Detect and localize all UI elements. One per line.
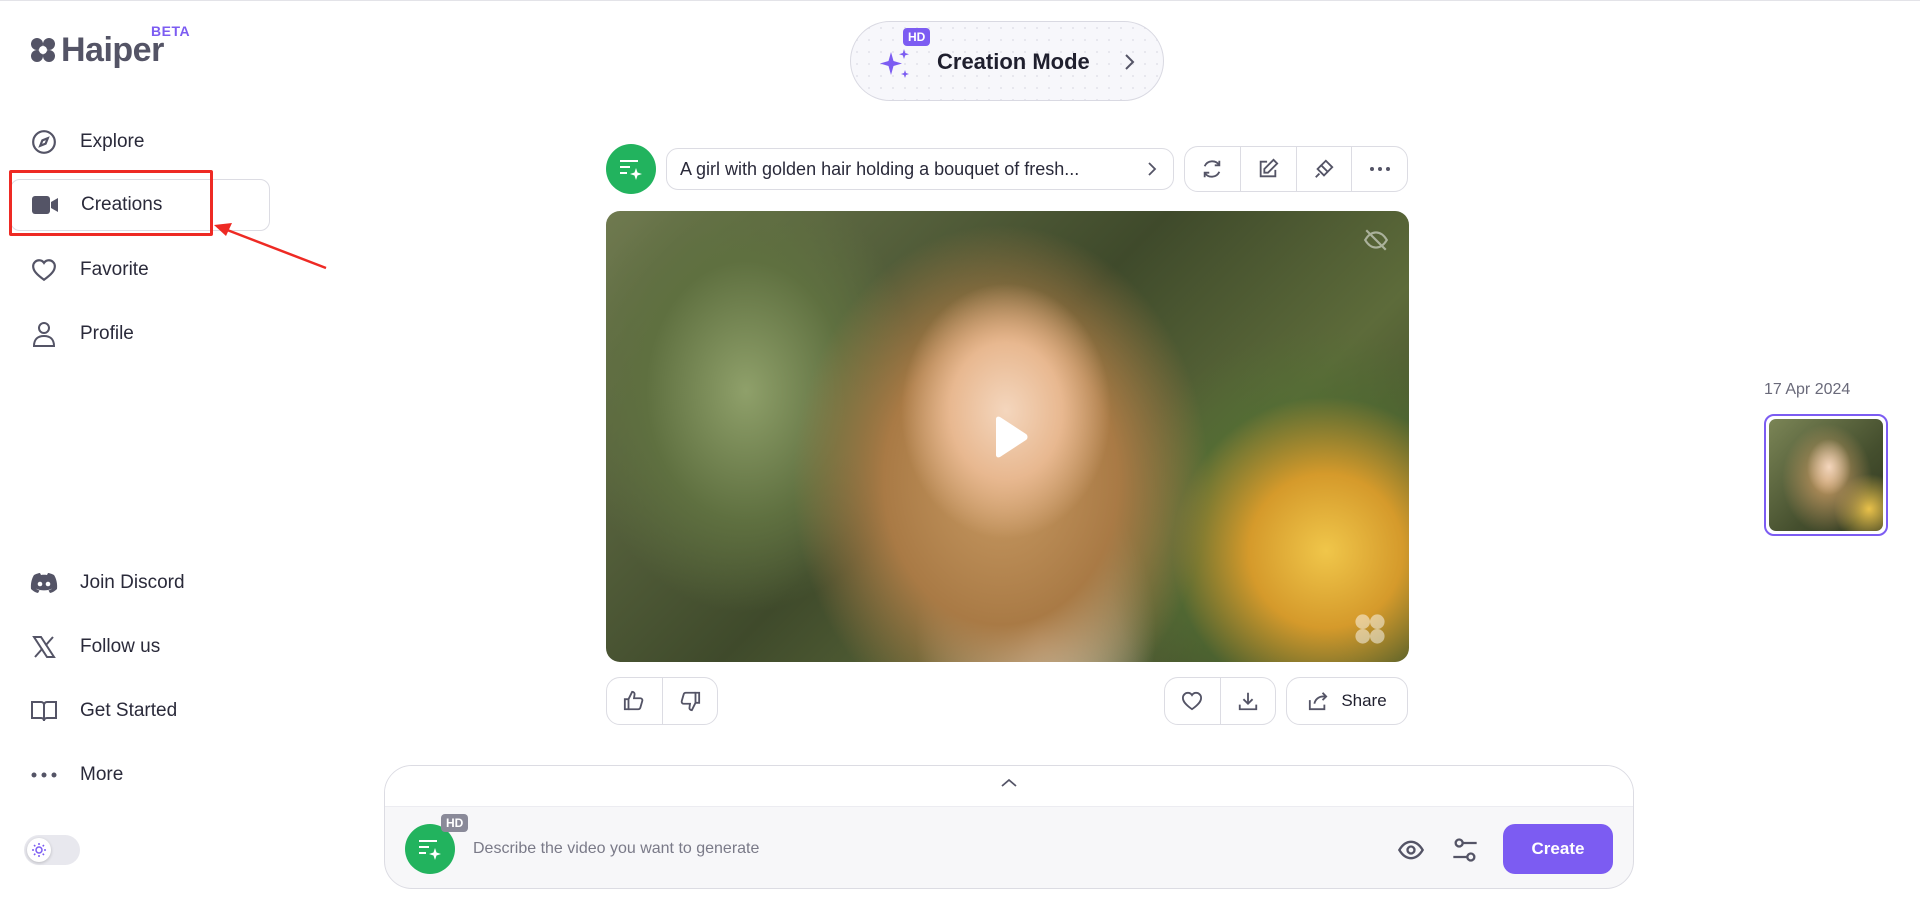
sidebar-item-label: Favorite bbox=[80, 259, 149, 280]
chevron-right-icon bbox=[1148, 162, 1157, 176]
creation-mode-title: Creation Mode bbox=[937, 49, 1090, 74]
share-label: Share bbox=[1341, 691, 1387, 710]
creation-thumbnail[interactable] bbox=[1764, 414, 1888, 536]
thumbnail-image bbox=[1769, 419, 1883, 531]
theme-toggle[interactable] bbox=[24, 835, 80, 865]
thumbs-up-button[interactable] bbox=[607, 678, 663, 724]
hd-badge: HD bbox=[903, 28, 931, 46]
more-options-button[interactable] bbox=[1352, 147, 1407, 191]
user-icon bbox=[30, 320, 58, 348]
heart-icon bbox=[1182, 691, 1203, 711]
sidebar-item-label: More bbox=[80, 764, 124, 785]
sidebar-item-get-started[interactable]: Get Started bbox=[30, 685, 270, 737]
edit-button[interactable] bbox=[1241, 147, 1297, 191]
sidebar-item-follow-us[interactable]: Follow us bbox=[30, 621, 270, 673]
haiper-logo-icon bbox=[31, 38, 55, 62]
text-sparkle-icon bbox=[620, 160, 642, 180]
sidebar-item-more[interactable]: More bbox=[30, 749, 270, 801]
refresh-icon bbox=[1204, 160, 1221, 178]
sidebar-item-label: Explore bbox=[80, 131, 145, 152]
prompt-text-button[interactable]: A girl with golden hair holding a bouque… bbox=[666, 148, 1174, 190]
beta-badge: BETA bbox=[151, 23, 191, 39]
eye-off-icon[interactable] bbox=[1363, 227, 1389, 253]
regenerate-button[interactable] bbox=[1185, 147, 1241, 191]
sidebar-item-favorite[interactable]: Favorite bbox=[30, 244, 270, 296]
video-player[interactable] bbox=[606, 211, 1409, 662]
sparkle-icon bbox=[880, 49, 909, 78]
prompt-input[interactable] bbox=[473, 830, 1373, 868]
video-camera-icon bbox=[31, 191, 59, 219]
brush-icon bbox=[1314, 159, 1334, 178]
haiper-watermark-icon bbox=[1355, 614, 1385, 644]
thumbs-down-button[interactable] bbox=[663, 678, 718, 724]
settings-sliders-icon[interactable] bbox=[1451, 836, 1479, 864]
compass-icon bbox=[30, 128, 58, 156]
save-group bbox=[1164, 677, 1276, 725]
sidebar-item-explore[interactable]: Explore bbox=[30, 116, 270, 168]
prompt-composer: HD Create bbox=[384, 765, 1634, 889]
timeline-date: 17 Apr 2024 bbox=[1764, 381, 1851, 398]
download-button[interactable] bbox=[1221, 678, 1276, 724]
sidebar-item-label: Join Discord bbox=[80, 572, 185, 593]
x-logo-icon bbox=[30, 633, 58, 661]
edit-icon bbox=[1259, 158, 1279, 178]
share-button[interactable]: Share bbox=[1286, 677, 1408, 725]
create-button[interactable]: Create bbox=[1503, 824, 1613, 874]
prompt-text: A girl with golden hair holding a bouque… bbox=[680, 158, 1080, 179]
hd-badge: HD bbox=[441, 814, 469, 832]
creation-mode-button[interactable]: HD Creation Mode bbox=[850, 21, 1164, 101]
extend-button[interactable] bbox=[1297, 147, 1353, 191]
share-icon bbox=[1309, 692, 1328, 711]
sidebar-item-creations[interactable]: Creations bbox=[10, 179, 270, 231]
discord-icon bbox=[30, 569, 58, 597]
sidebar-item-join-discord[interactable]: Join Discord bbox=[30, 557, 270, 609]
favorite-button[interactable] bbox=[1165, 678, 1221, 724]
thumbs-down-icon bbox=[680, 691, 700, 712]
sun-icon bbox=[27, 838, 51, 862]
sidebar-item-label: Profile bbox=[80, 323, 134, 344]
heart-icon bbox=[30, 256, 58, 284]
prompt-type-avatar bbox=[606, 144, 656, 194]
brand-logo[interactable]: Haiper BETA bbox=[29, 23, 190, 70]
more-dots-icon bbox=[1369, 167, 1390, 171]
creation-toolbar bbox=[1184, 146, 1408, 192]
sidebar-item-label: Follow us bbox=[80, 636, 161, 657]
text-sparkle-icon bbox=[419, 840, 441, 860]
more-dots-icon bbox=[30, 761, 58, 789]
book-icon bbox=[30, 697, 58, 725]
sidebar-item-label: Get Started bbox=[80, 700, 178, 721]
chevron-up-icon bbox=[1001, 778, 1017, 787]
brand-name: Haiper bbox=[61, 31, 164, 69]
sidebar-item-label: Creations bbox=[81, 194, 163, 215]
rating-group bbox=[606, 677, 718, 725]
expand-composer-button[interactable] bbox=[385, 766, 1633, 807]
sidebar-item-profile[interactable]: Profile bbox=[30, 308, 270, 360]
chevron-right-icon bbox=[1125, 54, 1135, 70]
eye-icon[interactable] bbox=[1397, 836, 1425, 864]
play-icon[interactable] bbox=[990, 415, 1030, 459]
thumbs-up-icon bbox=[624, 690, 644, 711]
download-icon bbox=[1238, 692, 1257, 711]
